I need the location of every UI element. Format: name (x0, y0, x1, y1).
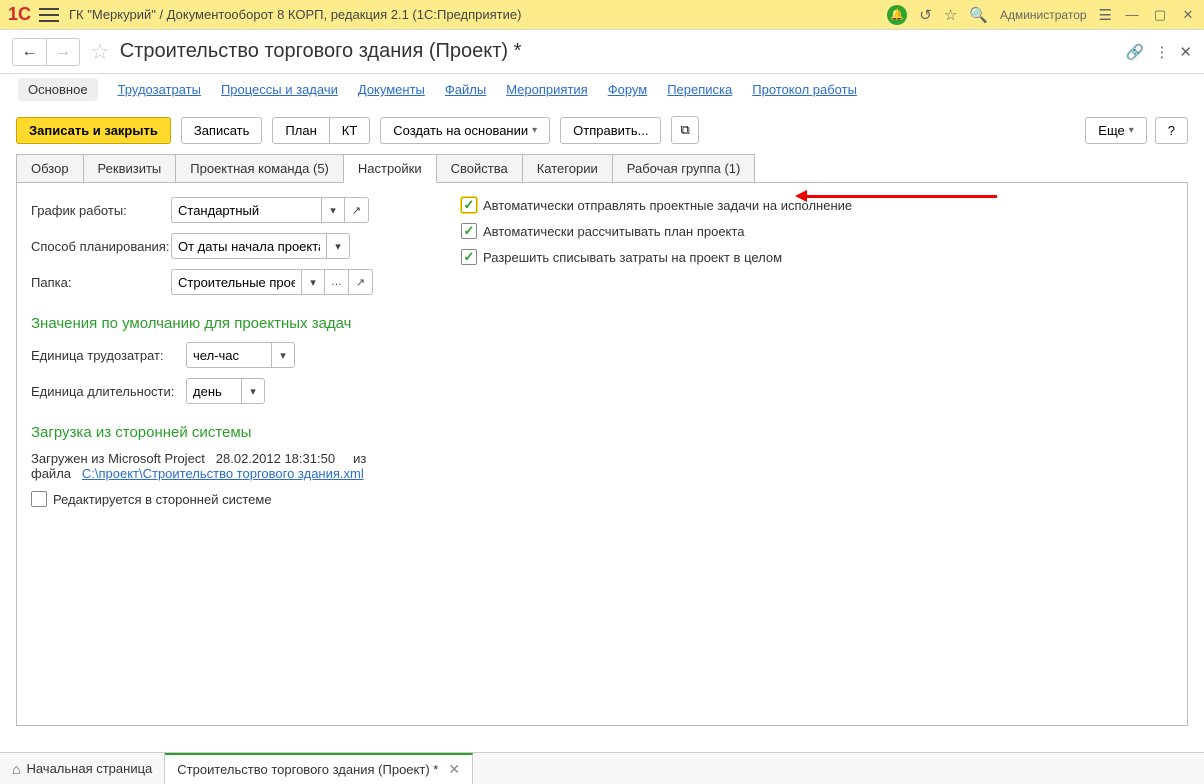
duration-unit-input[interactable] (186, 378, 241, 404)
schedule-label: График работы: (31, 203, 171, 218)
history-icon[interactable]: ↺ (919, 6, 932, 24)
app-title: ГК "Меркурий" / Документооборот 8 КОРП, … (69, 7, 887, 22)
user-label[interactable]: Администратор (1000, 8, 1087, 22)
tab-documents[interactable]: Документы (358, 82, 425, 97)
subheader: ← → ☆ Строительство торгового здания (Пр… (0, 30, 1204, 74)
search-icon[interactable]: 🔍 (969, 6, 988, 24)
schedule-open-button[interactable]: ↗ (345, 197, 369, 223)
tab-main[interactable]: Основное (18, 78, 98, 101)
copy-button[interactable]: ⧉ (671, 116, 698, 144)
import-info-line: Загружен из Microsoft Project 28.02.2012… (31, 451, 411, 481)
folder-select-button[interactable]: … (325, 269, 349, 295)
bottom-tab-home[interactable]: ⌂ Начальная страница (0, 753, 165, 784)
itab-workgroup[interactable]: Рабочая группа (1) (612, 154, 756, 182)
plan-method-input[interactable] (171, 233, 326, 259)
section-import: Загрузка из сторонней системы (31, 424, 411, 441)
favorite-icon[interactable]: ☆ (944, 6, 957, 24)
itab-team[interactable]: Проектная команда (5) (175, 154, 344, 182)
plan-method-dropdown-button[interactable]: ▾ (326, 233, 350, 259)
itab-categories[interactable]: Категории (522, 154, 613, 182)
section-defaults: Значения по умолчанию для проектных зада… (31, 315, 411, 332)
settings-pane: График работы: ▾ ↗ Способ планирования: … (16, 182, 1188, 726)
tab-labor[interactable]: Трудозатраты (118, 82, 201, 97)
itab-overview[interactable]: Обзор (16, 154, 84, 182)
folder-open-button[interactable]: ↗ (349, 269, 373, 295)
import-file-link[interactable]: C:\проект\Строительство торгового здания… (82, 466, 364, 481)
maximize-button[interactable]: ▢ (1152, 7, 1168, 23)
duration-unit-label: Единица длительности: (31, 384, 186, 399)
tab-events[interactable]: Мероприятия (506, 82, 588, 97)
labor-unit-dropdown-button[interactable]: ▾ (271, 342, 295, 368)
close-tab-icon[interactable]: ✕ (448, 761, 460, 778)
schedule-input[interactable] (171, 197, 321, 223)
link-icon[interactable]: 🔗 (1126, 43, 1145, 61)
bottom-doc-label: Строительство торгового здания (Проект) … (177, 762, 438, 777)
notifications-icon[interactable] (887, 5, 907, 25)
allow-write-checkbox[interactable] (461, 249, 477, 265)
nav-tabs: Основное Трудозатраты Процессы и задачи … (0, 74, 1204, 106)
schedule-dropdown-button[interactable]: ▾ (321, 197, 345, 223)
tab-files[interactable]: Файлы (445, 82, 486, 97)
settings-icon[interactable]: ☰ (1099, 6, 1112, 24)
forward-button[interactable]: → (46, 38, 80, 66)
itab-settings[interactable]: Настройки (343, 154, 437, 183)
save-button[interactable]: Записать (181, 117, 263, 144)
plan-button[interactable]: План (272, 117, 328, 144)
tab-processes[interactable]: Процессы и задачи (221, 82, 338, 97)
minimize-button[interactable]: — (1124, 7, 1140, 23)
auto-calc-checkbox[interactable] (461, 223, 477, 239)
page-title: Строительство торгового здания (Проект) … (120, 40, 1126, 63)
main-menu-button[interactable] (39, 8, 59, 22)
kebab-icon[interactable]: ⋮ (1154, 43, 1169, 61)
titlebar: 1C ГК "Меркурий" / Документооборот 8 КОР… (0, 0, 1204, 30)
back-button[interactable]: ← (12, 38, 46, 66)
bottom-home-label: Начальная страница (26, 761, 152, 776)
logo-1c: 1C (8, 4, 31, 25)
inner-tabs: Обзор Реквизиты Проектная команда (5) На… (16, 154, 1188, 182)
toolbar: Записать и закрыть Записать План КТ Созд… (0, 106, 1204, 154)
home-icon: ⌂ (12, 761, 20, 777)
tab-forum[interactable]: Форум (608, 82, 648, 97)
import-date: 28.02.2012 18:31:50 (216, 451, 335, 466)
create-based-button[interactable]: Создать на основании ▾ (380, 117, 550, 144)
more-button[interactable]: Еще ▾ (1085, 117, 1146, 144)
folder-input[interactable] (171, 269, 301, 295)
plan-method-label: Способ планирования: (31, 239, 171, 254)
save-close-button[interactable]: Записать и закрыть (16, 117, 171, 144)
star-icon[interactable]: ☆ (90, 39, 110, 65)
duration-unit-dropdown-button[interactable]: ▾ (241, 378, 265, 404)
help-button[interactable]: ? (1155, 117, 1188, 144)
labor-unit-label: Единица трудозатрат: (31, 348, 186, 363)
send-button[interactable]: Отправить... (560, 117, 661, 144)
bottom-bar: ⌂ Начальная страница Строительство торго… (0, 752, 1204, 784)
arrow-annotation (807, 195, 997, 198)
import-source: Загружен из Microsoft Project (31, 451, 205, 466)
bottom-tab-doc[interactable]: Строительство торгового здания (Проект) … (165, 753, 473, 784)
itab-properties[interactable]: Свойства (436, 154, 523, 182)
folder-dropdown-button[interactable]: ▾ (301, 269, 325, 295)
kt-button[interactable]: КТ (329, 117, 371, 144)
tab-protocol[interactable]: Протокол работы (752, 82, 857, 97)
close-button[interactable]: ✕ (1180, 7, 1196, 23)
external-edit-label: Редактируется в сторонней системе (53, 492, 272, 507)
allow-write-label: Разрешить списывать затраты на проект в … (483, 250, 782, 265)
labor-unit-input[interactable] (186, 342, 271, 368)
auto-send-checkbox[interactable] (461, 197, 477, 213)
close-page-button[interactable]: ✕ (1179, 43, 1192, 61)
auto-calc-label: Автоматически рассчитывать план проекта (483, 224, 744, 239)
external-edit-checkbox[interactable] (31, 491, 47, 507)
folder-label: Папка: (31, 275, 171, 290)
tab-correspondence[interactable]: Переписка (667, 82, 732, 97)
itab-details[interactable]: Реквизиты (83, 154, 177, 182)
